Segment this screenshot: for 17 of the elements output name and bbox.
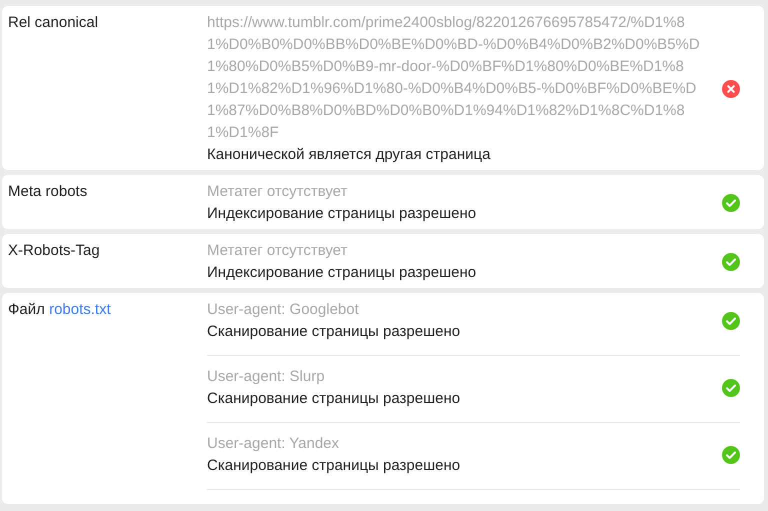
- check-result: Индексирование страницы разрешено: [207, 204, 478, 224]
- check-result: Индексирование страницы разрешено: [207, 263, 478, 283]
- row-label: Rel canonical: [8, 14, 98, 31]
- row-label: X-Robots-Tag: [8, 242, 100, 259]
- robots-link[interactable]: robots.txt: [49, 301, 111, 318]
- row-label: Файл: [8, 301, 45, 318]
- check-detail: Метатег отсутствует: [207, 182, 348, 202]
- check-result: Сканирование страницы разрешено: [207, 456, 462, 476]
- check-detail: Метатег отсутствует: [207, 241, 348, 261]
- check-result: Сканирование страницы разрешено: [207, 389, 462, 409]
- row-label: Meta robots: [8, 183, 88, 200]
- check-detail: User-agent: Googlebot: [207, 300, 360, 320]
- check-detail: https://www.tumblr.com/prime2400sblog/822012676695785472/%D1%81%D0%B0%D0%BB%D0%BE%D0%BD-%D0%B4%D0%B2%D0%B5%D1%80%D0%B5%D0%B9-mr-door-%D0%BF%D1%80%D0%BE%D1%81%D1%82%D1%96%D1%80-%D0%B4%D0%B5-%D0%BF%D0%BE%D1%87%D0%B8%D0%BD%D0%B0%D1%94%D1%82%D1%8C%D1%81%D1%8F: [207, 13, 701, 143]
- check-detail: User-agent: Yandex: [207, 434, 340, 454]
- check-result: Канонической является другая страница: [207, 145, 492, 165]
- check-detail: User-agent: Slurp: [207, 367, 326, 387]
- check-result: Сканирование страницы разрешено: [207, 322, 462, 342]
